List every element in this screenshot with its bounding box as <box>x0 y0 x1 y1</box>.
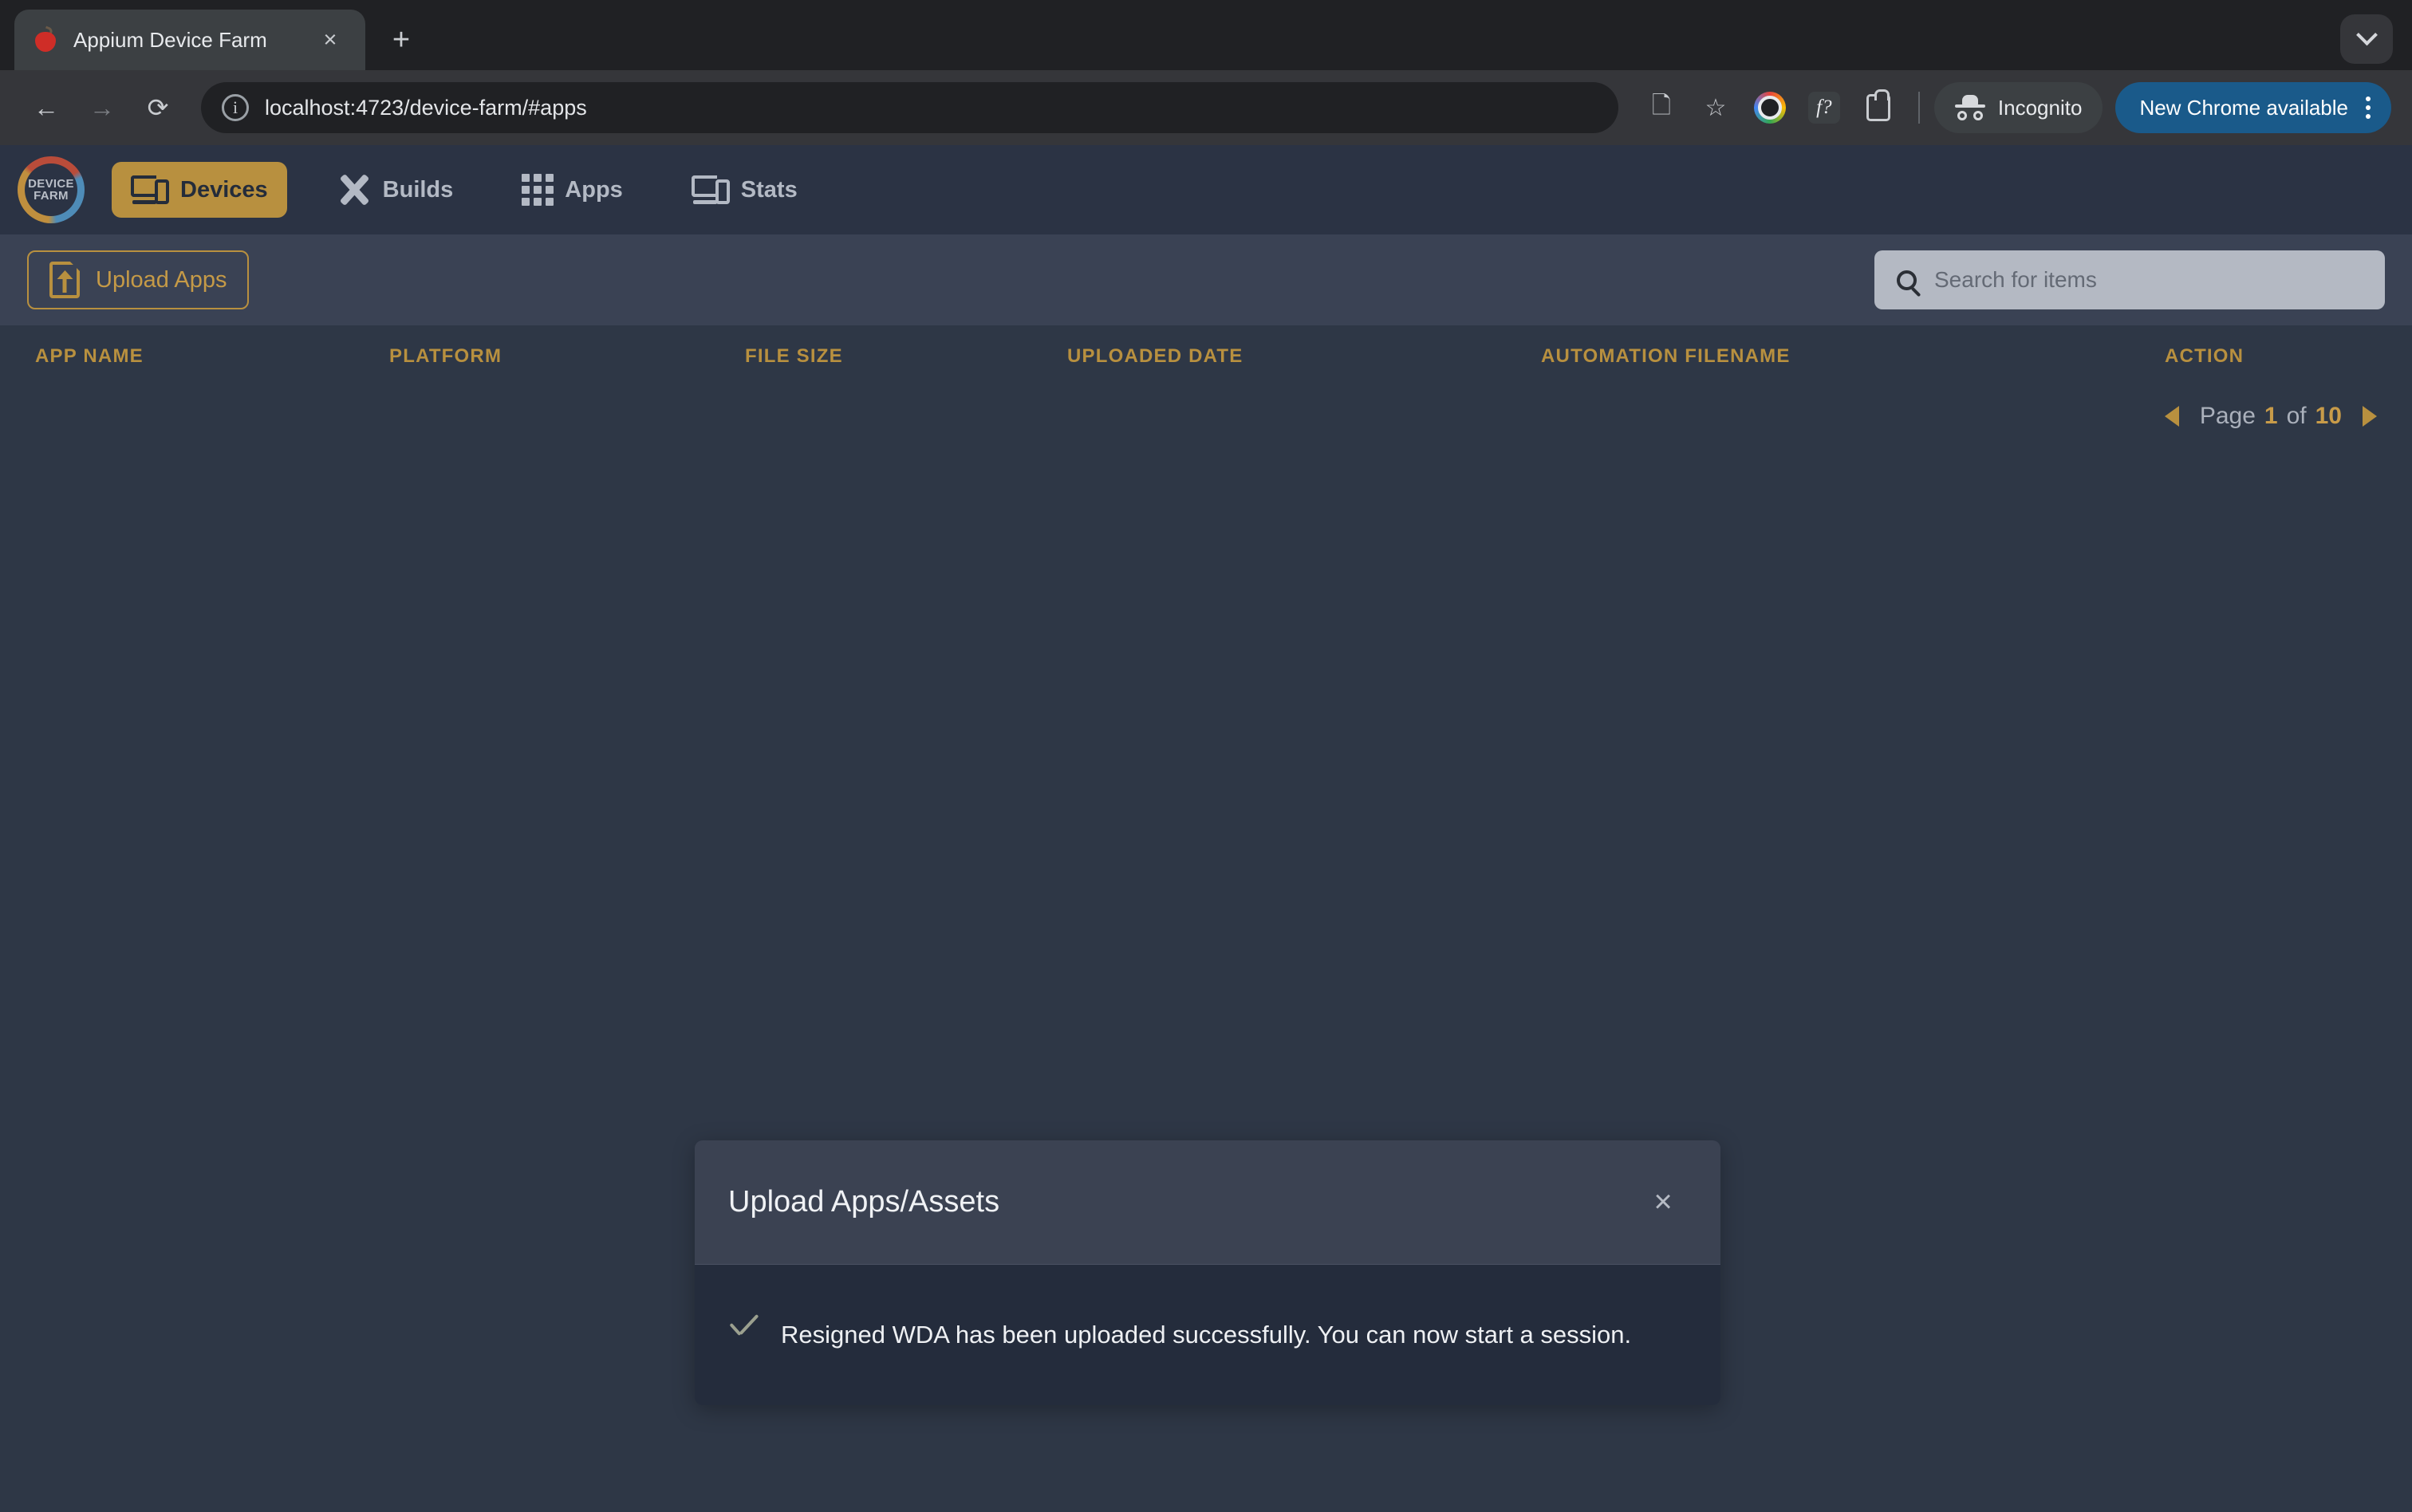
address-bar-url: localhost:4723/device-farm/#apps <box>265 96 587 120</box>
search-icon <box>1897 270 1917 290</box>
column-header-action[interactable]: ACTION <box>2165 345 2377 368</box>
address-bar[interactable]: i localhost:4723/device-farm/#apps <box>201 82 1618 133</box>
apps-table-header: APP NAME PLATFORM FILE SIZE UPLOADED DAT… <box>0 325 2412 388</box>
kebab-menu-icon[interactable] <box>2366 96 2371 119</box>
apps-table-body: Upload Apps/Assets × Resigned WDA has be… <box>0 445 2412 1512</box>
device-farm-logo: DEVICE FARM <box>18 156 85 223</box>
checkmark-icon <box>728 1323 760 1341</box>
nav-item-devices-label: Devices <box>180 177 268 203</box>
modal-title: Upload Apps/Assets <box>728 1185 999 1219</box>
stats-monitor-phone-icon <box>692 175 730 204</box>
reading-mode-icon[interactable]: 🗋 <box>1636 82 1687 133</box>
info-circle-icon[interactable]: i <box>222 94 249 121</box>
back-button[interactable]: ← <box>21 82 72 133</box>
chevron-down-icon <box>2356 24 2378 45</box>
reload-button[interactable]: ⟳ <box>132 82 183 133</box>
new-tab-button[interactable]: + <box>378 17 424 63</box>
upload-apps-modal: Upload Apps/Assets × Resigned WDA has be… <box>695 1140 1720 1405</box>
column-header-platform[interactable]: PLATFORM <box>389 345 745 368</box>
tab-strip: Appium Device Farm × + <box>0 0 2412 70</box>
apps-grid-icon <box>522 174 554 206</box>
column-header-file-size[interactable]: FILE SIZE <box>745 345 1067 368</box>
tab-title: Appium Device Farm <box>73 28 313 53</box>
builds-tools-icon <box>337 173 372 207</box>
forward-button[interactable]: → <box>77 82 128 133</box>
upload-apps-label: Upload Apps <box>96 267 227 293</box>
nav-item-stats-label: Stats <box>741 177 798 203</box>
device-farm-app: DEVICE FARM Devices Builds Apps <box>0 145 2412 1512</box>
pagination-total-pages: 10 <box>2315 403 2342 430</box>
nav-item-builds-label: Builds <box>383 177 454 203</box>
pagination-control: Page 1 of 10 <box>0 388 2412 445</box>
browser-toolbar: ← → ⟳ i localhost:4723/device-farm/#apps… <box>0 70 2412 145</box>
search-box[interactable] <box>1874 250 2385 309</box>
close-icon[interactable]: × <box>1639 1179 1687 1227</box>
column-header-automation-filename[interactable]: AUTOMATION FILENAME <box>1541 345 2165 368</box>
extension-fx-icon[interactable]: f? <box>1799 82 1850 133</box>
upload-status-message: Resigned WDA has been uploaded successfu… <box>781 1321 1631 1349</box>
incognito-icon <box>1955 95 1985 120</box>
tab-search-button[interactable] <box>2340 14 2393 64</box>
column-header-app-name[interactable]: APP NAME <box>35 345 389 368</box>
chrome-update-label: New Chrome available <box>2139 96 2348 120</box>
pagination-page-word: Page <box>2200 403 2256 430</box>
app-navigation-bar: DEVICE FARM Devices Builds Apps <box>0 145 2412 234</box>
close-icon[interactable]: × <box>313 22 348 57</box>
devices-monitor-phone-icon <box>131 175 169 204</box>
pagination-current-page: 1 <box>2264 403 2278 430</box>
browser-window: Appium Device Farm × + ← → ⟳ i localhost… <box>0 0 2412 1512</box>
file-upload-icon <box>49 262 80 298</box>
pagination-text: Page 1 of 10 <box>2200 403 2342 430</box>
nav-item-stats[interactable]: Stats <box>672 162 817 218</box>
extension-colorful-icon[interactable] <box>1744 82 1795 133</box>
modal-body: Resigned WDA has been uploaded successfu… <box>695 1265 1720 1405</box>
incognito-indicator[interactable]: Incognito <box>1934 82 2103 133</box>
column-header-uploaded-date[interactable]: UPLOADED DATE <box>1067 345 1541 368</box>
pagination-of-word: of <box>2287 403 2307 430</box>
browser-tab[interactable]: Appium Device Farm × <box>14 10 365 70</box>
logo-line-2: FARM <box>34 190 69 202</box>
upload-apps-button[interactable]: Upload Apps <box>27 250 249 309</box>
toolbar-icon-group: 🗋 ☆ f? Incognito New Chrome available <box>1636 82 2391 133</box>
search-input[interactable] <box>1934 267 2363 293</box>
nav-item-builds[interactable]: Builds <box>317 162 473 218</box>
apps-toolbar: Upload Apps <box>0 234 2412 325</box>
bookmark-star-icon[interactable]: ☆ <box>1690 82 1741 133</box>
nav-item-apps[interactable]: Apps <box>503 162 642 218</box>
extensions-puzzle-icon[interactable] <box>1853 82 1904 133</box>
incognito-label: Incognito <box>1998 96 2083 120</box>
appium-apple-icon <box>32 26 59 53</box>
nav-item-apps-label: Apps <box>565 177 623 203</box>
logo-line-1: DEVICE <box>28 178 74 190</box>
modal-header: Upload Apps/Assets × <box>695 1140 1720 1265</box>
chevron-left-icon[interactable] <box>2165 406 2179 427</box>
chrome-update-button[interactable]: New Chrome available <box>2115 82 2391 133</box>
nav-item-devices[interactable]: Devices <box>112 162 287 218</box>
chevron-right-icon[interactable] <box>2363 406 2377 427</box>
toolbar-divider <box>1918 92 1920 124</box>
